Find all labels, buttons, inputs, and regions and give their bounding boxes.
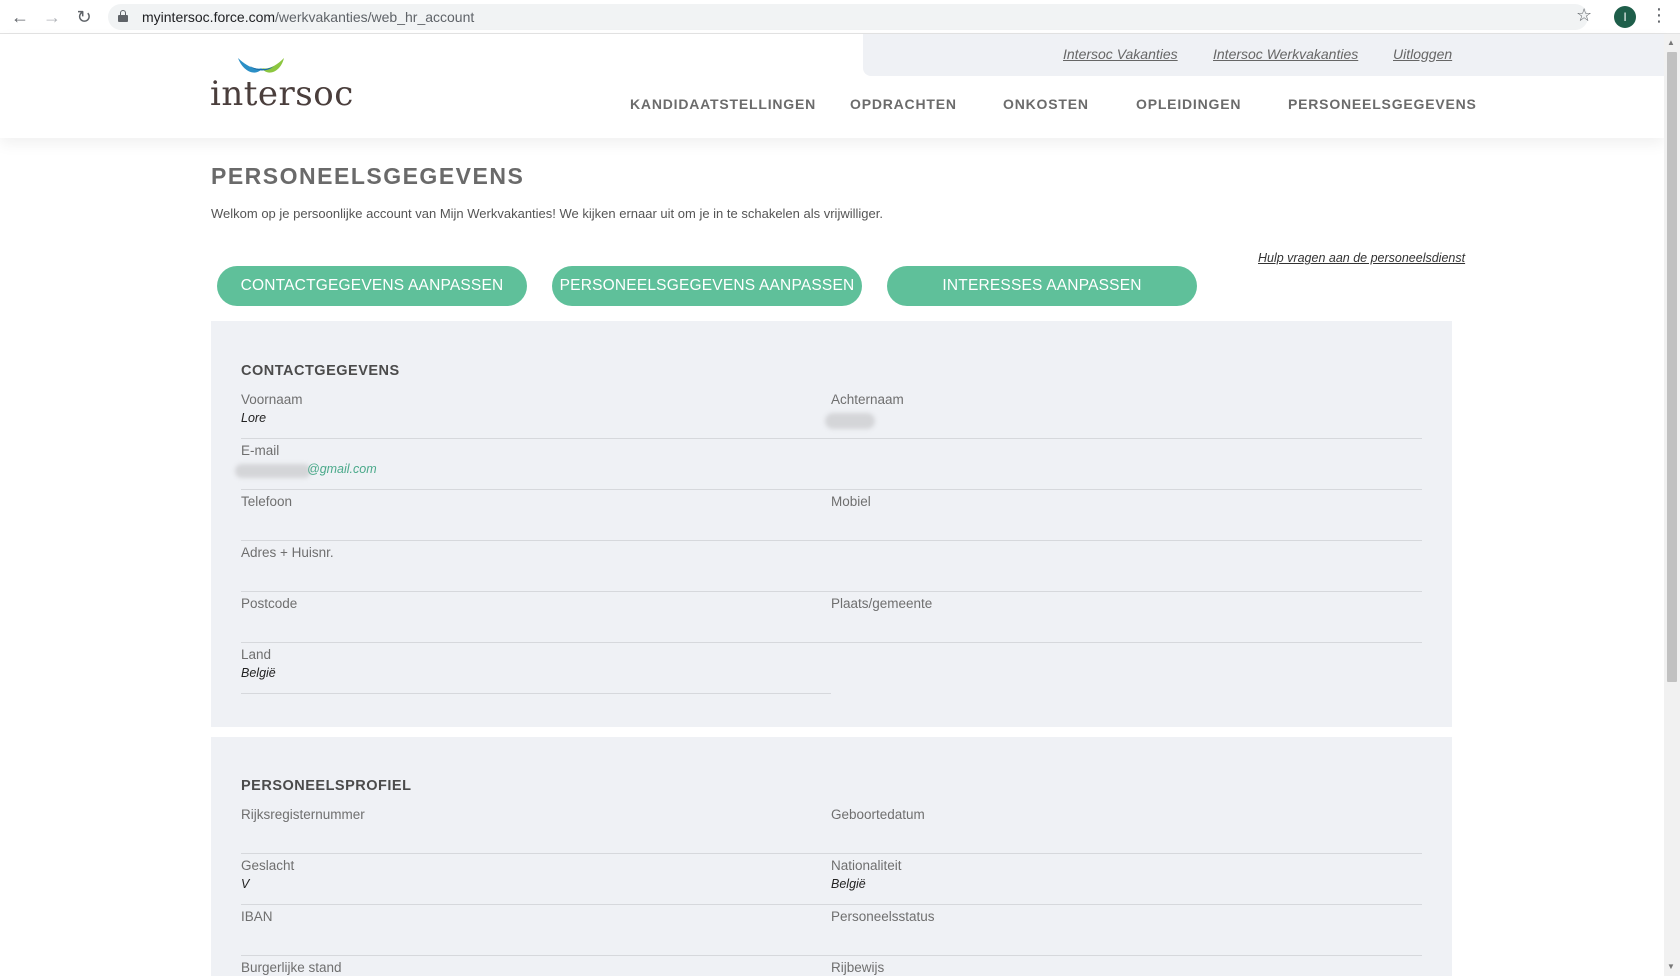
link-intersoc-vakanties[interactable]: Intersoc Vakanties: [1063, 46, 1178, 62]
field-postcode-row: Postcode Plaats/gemeente: [241, 592, 1422, 643]
profile-title: PERSONEELSPROFIEL: [241, 778, 412, 794]
reload-icon[interactable]: ↻: [72, 5, 96, 29]
email-value[interactable]: @gmail.com: [307, 462, 377, 476]
edit-interests-button[interactable]: INTERESSES AANPASSEN: [887, 266, 1197, 306]
land-label: Land: [241, 647, 272, 662]
achternaam-label: Achternaam: [831, 392, 904, 407]
field-rijksregister-row: Rijksregisternummer Geboortedatum: [241, 803, 1422, 854]
field-email-row: E-mail @gmail.com: [235, 439, 1422, 490]
scroll-thumb[interactable]: [1667, 52, 1677, 682]
nav-onkosten[interactable]: ONKOSTEN: [1003, 96, 1089, 112]
nav-opleidingen[interactable]: OPLEIDINGEN: [1136, 96, 1241, 112]
forward-arrow-icon[interactable]: →: [40, 5, 64, 29]
contact-title: CONTACTGEGEVENS: [241, 363, 400, 379]
postcode-label: Postcode: [241, 596, 298, 611]
back-arrow-icon[interactable]: ←: [8, 5, 32, 29]
help-link[interactable]: Hulp vragen aan de personeelsdienst: [1258, 251, 1465, 265]
top-links-bar: Intersoc Vakanties Intersoc Werkvakantie…: [863, 34, 1664, 76]
telefoon-label: Telefoon: [241, 494, 293, 509]
field-adres-row: Adres + Huisnr.: [241, 541, 1422, 592]
nav-kandidaatstellingen[interactable]: KANDIDAATSTELLINGEN: [630, 96, 816, 112]
bookmark-star-icon[interactable]: ☆: [1576, 5, 1592, 26]
email-label: E-mail: [241, 443, 280, 458]
field-iban-row: IBAN Personeelsstatus: [241, 905, 1422, 956]
rijksregister-label: Rijksregisternummer: [241, 807, 365, 822]
link-uitloggen[interactable]: Uitloggen: [1393, 46, 1452, 62]
redacted-achternaam: [825, 413, 875, 429]
nav-personeelsgegevens[interactable]: PERSONEELSGEGEVENS: [1288, 96, 1477, 112]
scroll-up-arrow-icon[interactable]: ▲: [1667, 38, 1675, 47]
rijbewijs-label: Rijbewijs: [831, 960, 885, 975]
contact-card: CONTACTGEGEVENS Voornaam Lore Achternaam…: [211, 321, 1452, 727]
mobiel-label: Mobiel: [831, 494, 871, 509]
page-title: PERSONEELSGEGEVENS: [211, 163, 525, 189]
edit-personnel-button[interactable]: PERSONEELSGEGEVENS AANPASSEN: [552, 266, 862, 306]
adres-label: Adres + Huisnr.: [241, 545, 334, 560]
redacted-email: [235, 464, 311, 478]
field-burgerlijke-row: Burgerlijke stand Rijbewijs: [241, 956, 1422, 976]
page-scrollbar[interactable]: ▲ ▼: [1664, 34, 1680, 976]
edit-contact-button[interactable]: CONTACTGEGEVENS AANPASSEN: [217, 266, 527, 306]
personeelsstatus-label: Personeelsstatus: [831, 909, 935, 924]
geboortedatum-label: Geboortedatum: [831, 807, 925, 822]
voornaam-value: Lore: [241, 411, 267, 425]
nav-opdrachten[interactable]: OPDRACHTEN: [850, 96, 957, 112]
geslacht-label: Geslacht: [241, 858, 295, 873]
nationaliteit-value: België: [831, 877, 866, 891]
plaats-label: Plaats/gemeente: [831, 596, 933, 611]
profile-card: PERSONEELSPROFIEL Rijksregisternummer Ge…: [211, 737, 1452, 976]
land-value: België: [241, 666, 276, 680]
intersoc-logo[interactable]: intersoc: [210, 56, 353, 118]
scroll-down-arrow-icon[interactable]: ▼: [1667, 962, 1675, 971]
voornaam-label: Voornaam: [241, 392, 303, 407]
intro-text: Welkom op je persoonlijke account van Mi…: [211, 206, 883, 221]
site-header: Intersoc Vakanties Intersoc Werkvakantie…: [0, 34, 1664, 138]
link-intersoc-werkvakanties[interactable]: Intersoc Werkvakanties: [1213, 46, 1358, 62]
burgerlijke-stand-label: Burgerlijke stand: [241, 960, 342, 975]
nationaliteit-label: Nationaliteit: [831, 858, 902, 873]
field-phone-row: Telefoon Mobiel: [241, 490, 1422, 541]
geslacht-value: V: [241, 877, 250, 891]
address-bar[interactable]: myintersoc.force.com/werkvakanties/web_h…: [108, 4, 1588, 30]
iban-label: IBAN: [241, 909, 273, 924]
browser-toolbar: ← → ↻ myintersoc.force.com/werkvakanties…: [0, 0, 1680, 34]
field-geslacht-row: Geslacht V Nationaliteit België: [241, 854, 1422, 905]
field-voornaam-row: Voornaam Lore Achternaam: [241, 388, 1422, 439]
url-text: myintersoc.force.com/werkvakanties/web_h…: [142, 9, 475, 25]
more-menu-icon[interactable]: ⋮: [1650, 5, 1668, 26]
lock-icon: [118, 10, 128, 22]
field-land-row: Land België: [241, 643, 831, 694]
profile-avatar[interactable]: I: [1614, 6, 1636, 28]
